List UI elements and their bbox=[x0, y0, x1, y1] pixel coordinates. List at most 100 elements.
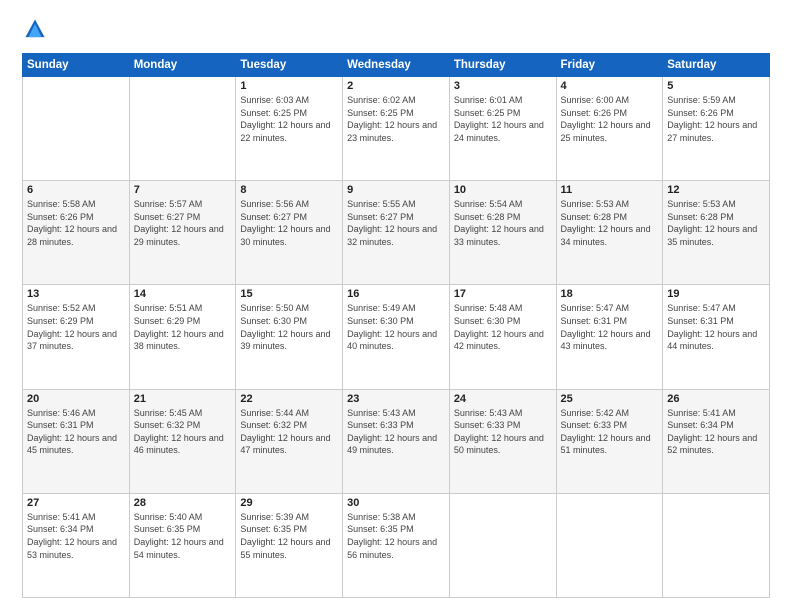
calendar: SundayMondayTuesdayWednesdayThursdayFrid… bbox=[22, 53, 770, 598]
day-number: 17 bbox=[454, 288, 552, 300]
calendar-cell bbox=[129, 77, 236, 181]
day-number: 3 bbox=[454, 80, 552, 92]
day-info: Sunrise: 5:42 AM Sunset: 6:33 PM Dayligh… bbox=[561, 407, 659, 457]
calendar-cell: 2 Sunrise: 6:02 AM Sunset: 6:25 PM Daylig… bbox=[343, 77, 450, 181]
calendar-cell: 3 Sunrise: 6:01 AM Sunset: 6:25 PM Daylig… bbox=[449, 77, 556, 181]
calendar-cell: 16Sunrise: 5:49 AM Sunset: 6:30 PM Dayli… bbox=[343, 285, 450, 389]
day-number: 6 bbox=[27, 184, 125, 196]
day-number: 25 bbox=[561, 393, 659, 405]
calendar-cell: 15 Sunrise: 5:50 AM Sunset: 6:30 PM Dayli… bbox=[236, 285, 343, 389]
calendar-cell: 20 Sunrise: 5:46 AM Sunset: 6:31 PM Dayli… bbox=[23, 389, 130, 493]
day-number: 13 bbox=[27, 288, 125, 300]
day-number: 21 bbox=[134, 393, 232, 405]
day-number: 9 bbox=[347, 184, 445, 196]
calendar-cell: 18 Sunrise: 5:47 AM Sunset: 6:31 PM Dayli… bbox=[556, 285, 663, 389]
day-number: 14 bbox=[134, 288, 232, 300]
day-number: 23 bbox=[347, 393, 445, 405]
page: SundayMondayTuesdayWednesdayThursdayFrid… bbox=[0, 0, 792, 612]
days-of-week-row: SundayMondayTuesdayWednesdayThursdayFrid… bbox=[23, 54, 770, 77]
week-row-2: 6Sunrise: 5:58 AM Sunset: 6:26 PM Daylig… bbox=[23, 181, 770, 285]
day-info: Sunrise: 5:40 AM Sunset: 6:35 PM Dayligh… bbox=[134, 511, 232, 561]
calendar-cell: 23 Sunrise: 5:43 AM Sunset: 6:33 PM Dayli… bbox=[343, 389, 450, 493]
calendar-cell: 13 Sunrise: 5:52 AM Sunset: 6:29 PM Dayli… bbox=[23, 285, 130, 389]
header bbox=[22, 18, 770, 45]
day-info: Sunrise: 5:49 AM Sunset: 6:30 PM Dayligh… bbox=[347, 302, 445, 352]
day-info: Sunrise: 6:03 AM Sunset: 6:25 PM Dayligh… bbox=[240, 94, 338, 144]
day-info: Sunrise: 5:52 AM Sunset: 6:29 PM Dayligh… bbox=[27, 302, 125, 352]
day-info: Sunrise: 5:47 AM Sunset: 6:31 PM Dayligh… bbox=[561, 302, 659, 352]
day-info: Sunrise: 5:54 AM Sunset: 6:28 PM Dayligh… bbox=[454, 198, 552, 248]
calendar-cell: 9Sunrise: 5:55 AM Sunset: 6:27 PM Daylig… bbox=[343, 181, 450, 285]
day-number: 7 bbox=[134, 184, 232, 196]
day-info: Sunrise: 5:43 AM Sunset: 6:33 PM Dayligh… bbox=[454, 407, 552, 457]
week-row-1: 1 Sunrise: 6:03 AM Sunset: 6:25 PM Daylig… bbox=[23, 77, 770, 181]
day-number: 12 bbox=[667, 184, 765, 196]
calendar-cell: 26 Sunrise: 5:41 AM Sunset: 6:34 PM Dayli… bbox=[663, 389, 770, 493]
week-row-3: 13 Sunrise: 5:52 AM Sunset: 6:29 PM Dayli… bbox=[23, 285, 770, 389]
calendar-cell bbox=[23, 77, 130, 181]
calendar-cell bbox=[556, 493, 663, 597]
calendar-cell: 22Sunrise: 5:44 AM Sunset: 6:32 PM Dayli… bbox=[236, 389, 343, 493]
day-info: Sunrise: 5:41 AM Sunset: 6:34 PM Dayligh… bbox=[27, 511, 125, 561]
day-number: 1 bbox=[240, 80, 338, 92]
day-number: 2 bbox=[347, 80, 445, 92]
calendar-cell: 4Sunrise: 6:00 AM Sunset: 6:26 PM Daylig… bbox=[556, 77, 663, 181]
dow-header-saturday: Saturday bbox=[663, 54, 770, 77]
calendar-cell: 10 Sunrise: 5:54 AM Sunset: 6:28 PM Dayli… bbox=[449, 181, 556, 285]
day-number: 24 bbox=[454, 393, 552, 405]
calendar-cell bbox=[663, 493, 770, 597]
day-number: 26 bbox=[667, 393, 765, 405]
day-info: Sunrise: 5:38 AM Sunset: 6:35 PM Dayligh… bbox=[347, 511, 445, 561]
day-info: Sunrise: 6:01 AM Sunset: 6:25 PM Dayligh… bbox=[454, 94, 552, 144]
day-number: 19 bbox=[667, 288, 765, 300]
calendar-cell: 7 Sunrise: 5:57 AM Sunset: 6:27 PM Daylig… bbox=[129, 181, 236, 285]
day-info: Sunrise: 6:02 AM Sunset: 6:25 PM Dayligh… bbox=[347, 94, 445, 144]
day-number: 11 bbox=[561, 184, 659, 196]
day-number: 10 bbox=[454, 184, 552, 196]
calendar-cell: 30 Sunrise: 5:38 AM Sunset: 6:35 PM Dayli… bbox=[343, 493, 450, 597]
calendar-cell: 12 Sunrise: 5:53 AM Sunset: 6:28 PM Dayli… bbox=[663, 181, 770, 285]
calendar-cell: 6Sunrise: 5:58 AM Sunset: 6:26 PM Daylig… bbox=[23, 181, 130, 285]
calendar-cell bbox=[449, 493, 556, 597]
week-row-4: 20 Sunrise: 5:46 AM Sunset: 6:31 PM Dayli… bbox=[23, 389, 770, 493]
calendar-cell: 8 Sunrise: 5:56 AM Sunset: 6:27 PM Daylig… bbox=[236, 181, 343, 285]
calendar-cell: 27 Sunrise: 5:41 AM Sunset: 6:34 PM Dayli… bbox=[23, 493, 130, 597]
dow-header-sunday: Sunday bbox=[23, 54, 130, 77]
day-number: 15 bbox=[240, 288, 338, 300]
day-info: Sunrise: 5:57 AM Sunset: 6:27 PM Dayligh… bbox=[134, 198, 232, 248]
calendar-cell: 21 Sunrise: 5:45 AM Sunset: 6:32 PM Dayli… bbox=[129, 389, 236, 493]
day-info: Sunrise: 5:47 AM Sunset: 6:31 PM Dayligh… bbox=[667, 302, 765, 352]
calendar-cell: 5Sunrise: 5:59 AM Sunset: 6:26 PM Daylig… bbox=[663, 77, 770, 181]
day-number: 18 bbox=[561, 288, 659, 300]
day-number: 29 bbox=[240, 497, 338, 509]
week-row-5: 27 Sunrise: 5:41 AM Sunset: 6:34 PM Dayli… bbox=[23, 493, 770, 597]
dow-header-friday: Friday bbox=[556, 54, 663, 77]
day-number: 8 bbox=[240, 184, 338, 196]
logo bbox=[22, 18, 46, 45]
day-info: Sunrise: 5:43 AM Sunset: 6:33 PM Dayligh… bbox=[347, 407, 445, 457]
day-info: Sunrise: 5:41 AM Sunset: 6:34 PM Dayligh… bbox=[667, 407, 765, 457]
calendar-cell: 19 Sunrise: 5:47 AM Sunset: 6:31 PM Dayli… bbox=[663, 285, 770, 389]
logo-icon bbox=[24, 18, 46, 40]
day-number: 22 bbox=[240, 393, 338, 405]
calendar-cell: 17 Sunrise: 5:48 AM Sunset: 6:30 PM Dayli… bbox=[449, 285, 556, 389]
dow-header-wednesday: Wednesday bbox=[343, 54, 450, 77]
day-number: 27 bbox=[27, 497, 125, 509]
day-number: 20 bbox=[27, 393, 125, 405]
day-info: Sunrise: 5:53 AM Sunset: 6:28 PM Dayligh… bbox=[667, 198, 765, 248]
calendar-cell: 24 Sunrise: 5:43 AM Sunset: 6:33 PM Dayli… bbox=[449, 389, 556, 493]
day-info: Sunrise: 5:53 AM Sunset: 6:28 PM Dayligh… bbox=[561, 198, 659, 248]
day-info: Sunrise: 5:51 AM Sunset: 6:29 PM Dayligh… bbox=[134, 302, 232, 352]
day-info: Sunrise: 5:56 AM Sunset: 6:27 PM Dayligh… bbox=[240, 198, 338, 248]
day-info: Sunrise: 5:48 AM Sunset: 6:30 PM Dayligh… bbox=[454, 302, 552, 352]
day-info: Sunrise: 5:50 AM Sunset: 6:30 PM Dayligh… bbox=[240, 302, 338, 352]
dow-header-tuesday: Tuesday bbox=[236, 54, 343, 77]
day-number: 30 bbox=[347, 497, 445, 509]
calendar-cell: 29Sunrise: 5:39 AM Sunset: 6:35 PM Dayli… bbox=[236, 493, 343, 597]
dow-header-thursday: Thursday bbox=[449, 54, 556, 77]
dow-header-monday: Monday bbox=[129, 54, 236, 77]
day-info: Sunrise: 5:46 AM Sunset: 6:31 PM Dayligh… bbox=[27, 407, 125, 457]
day-info: Sunrise: 5:45 AM Sunset: 6:32 PM Dayligh… bbox=[134, 407, 232, 457]
calendar-cell: 14 Sunrise: 5:51 AM Sunset: 6:29 PM Dayli… bbox=[129, 285, 236, 389]
calendar-cell: 25 Sunrise: 5:42 AM Sunset: 6:33 PM Dayli… bbox=[556, 389, 663, 493]
